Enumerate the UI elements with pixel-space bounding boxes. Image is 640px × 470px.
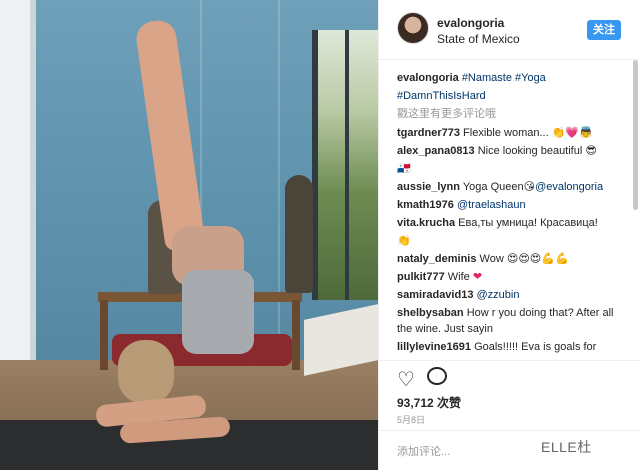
post-actions: ♡ 93,712 次赞 5月8日 (379, 360, 640, 430)
comment-username[interactable]: pulkit777 (397, 271, 445, 283)
comment-emoji-line: 🇵🇦 (397, 162, 411, 175)
comment-item: shelbysaban How r you doing that? After … (397, 305, 629, 337)
table-leg (100, 300, 108, 370)
post-header: evalongoria State of Mexico 关注 (379, 0, 640, 60)
glass-seam (278, 0, 280, 360)
mention-link[interactable]: @traelashaun (457, 199, 526, 211)
comment-item: pulkit777 Wife ❤ (397, 269, 629, 285)
location-link[interactable]: State of Mexico (437, 32, 520, 46)
mention-link[interactable]: @zzubin (477, 289, 520, 301)
heart-icon[interactable]: ♡ (397, 367, 415, 392)
load-more-comments[interactable]: 戳这里有更多评论哦 (397, 106, 629, 122)
comment-emoji-line: 👏 (397, 234, 411, 247)
buddha-statue (285, 175, 313, 293)
post-date: 5月8日 (397, 415, 426, 425)
comment-item: alex_pana0813 Nice looking beautiful 😎 (397, 143, 629, 159)
comment-username[interactable]: shelbysaban (397, 307, 464, 319)
comment-text: Wow (479, 253, 504, 265)
comment-text: Flexible woman... (463, 127, 549, 139)
mention-link[interactable]: @evalongoria (535, 181, 603, 193)
comment-username[interactable]: kmath1976 (397, 199, 454, 211)
comment-emoji: 😎 (585, 144, 597, 157)
username-link[interactable]: evalongoria (437, 16, 504, 30)
comment-username[interactable]: aussie_lynn (397, 181, 460, 193)
comment-item: lillylevine1691 Goals!!!!! Eva is goals … (397, 339, 629, 355)
comment-text: Nice looking beautiful (477, 145, 583, 157)
comment-username[interactable]: vita.krucha (397, 217, 455, 229)
watermark: ELLE杜 (541, 439, 592, 455)
avatar[interactable] (397, 12, 429, 44)
hashtag-link[interactable]: #Namaste #Yoga (462, 72, 546, 84)
comment-item: nataly_deminis Wow 😍😍😍💪💪 (397, 251, 629, 267)
hashtag-link[interactable]: #DamnThisIsHard (397, 88, 629, 104)
comment-username[interactable]: alex_pana0813 (397, 145, 475, 157)
comment-emoji: 👏💗👼 (551, 126, 593, 139)
post-photo[interactable] (0, 0, 378, 470)
comment-text: Wife (447, 271, 470, 283)
person-legs (134, 18, 206, 252)
comment-emoji: ❤ (472, 270, 483, 283)
follow-button[interactable]: 关注 (587, 20, 621, 40)
comment-item: tgardner773 Flexible woman... 👏💗👼 (397, 125, 629, 141)
person-head (118, 340, 174, 404)
comment-item: samiradavid13 @zzubin (397, 287, 629, 303)
comment-username[interactable]: lillylevine1691 (397, 341, 471, 353)
comment-item: vita.krucha Ева,ты умница! Красавица! (397, 215, 629, 231)
wall-edge (30, 0, 36, 360)
comment-username[interactable]: tgardner773 (397, 127, 460, 139)
window-frame (345, 30, 349, 300)
comment-composer[interactable]: 添加评论... ELLE杜 (379, 430, 640, 470)
caption: evalongoria #Namaste #Yoga (397, 70, 629, 86)
comment-username[interactable]: nataly_deminis (397, 253, 476, 265)
comment-emoji: 😘 (523, 180, 536, 193)
caption-username[interactable]: evalongoria (397, 72, 459, 84)
post-sidebar: evalongoria State of Mexico 关注 evalongor… (378, 0, 640, 470)
wall (0, 0, 30, 360)
table-leg (292, 300, 300, 370)
comment-item: kmath1976 @traelashaun (397, 197, 629, 213)
comment-text: Goals!!!!! Eva is goals for (474, 341, 597, 353)
comment-item: aussie_lynn Yoga Queen😘@evalongoria (397, 179, 629, 195)
like-count[interactable]: 93,712 次赞 (397, 394, 461, 411)
comment-username[interactable]: samiradavid13 (397, 289, 473, 301)
comment-input[interactable]: 添加评论... (397, 443, 450, 459)
comment-emoji: 😍😍😍💪💪 (506, 252, 569, 265)
comment-text: Ева,ты умница! Красавица! (458, 217, 598, 229)
comment-text: Yoga Queen (462, 181, 524, 193)
comment-icon[interactable] (427, 367, 447, 385)
scrollbar[interactable] (633, 60, 638, 210)
person-torso (182, 270, 254, 354)
comments-list: evalongoria #Namaste #Yoga #DamnThisIsHa… (397, 70, 629, 358)
